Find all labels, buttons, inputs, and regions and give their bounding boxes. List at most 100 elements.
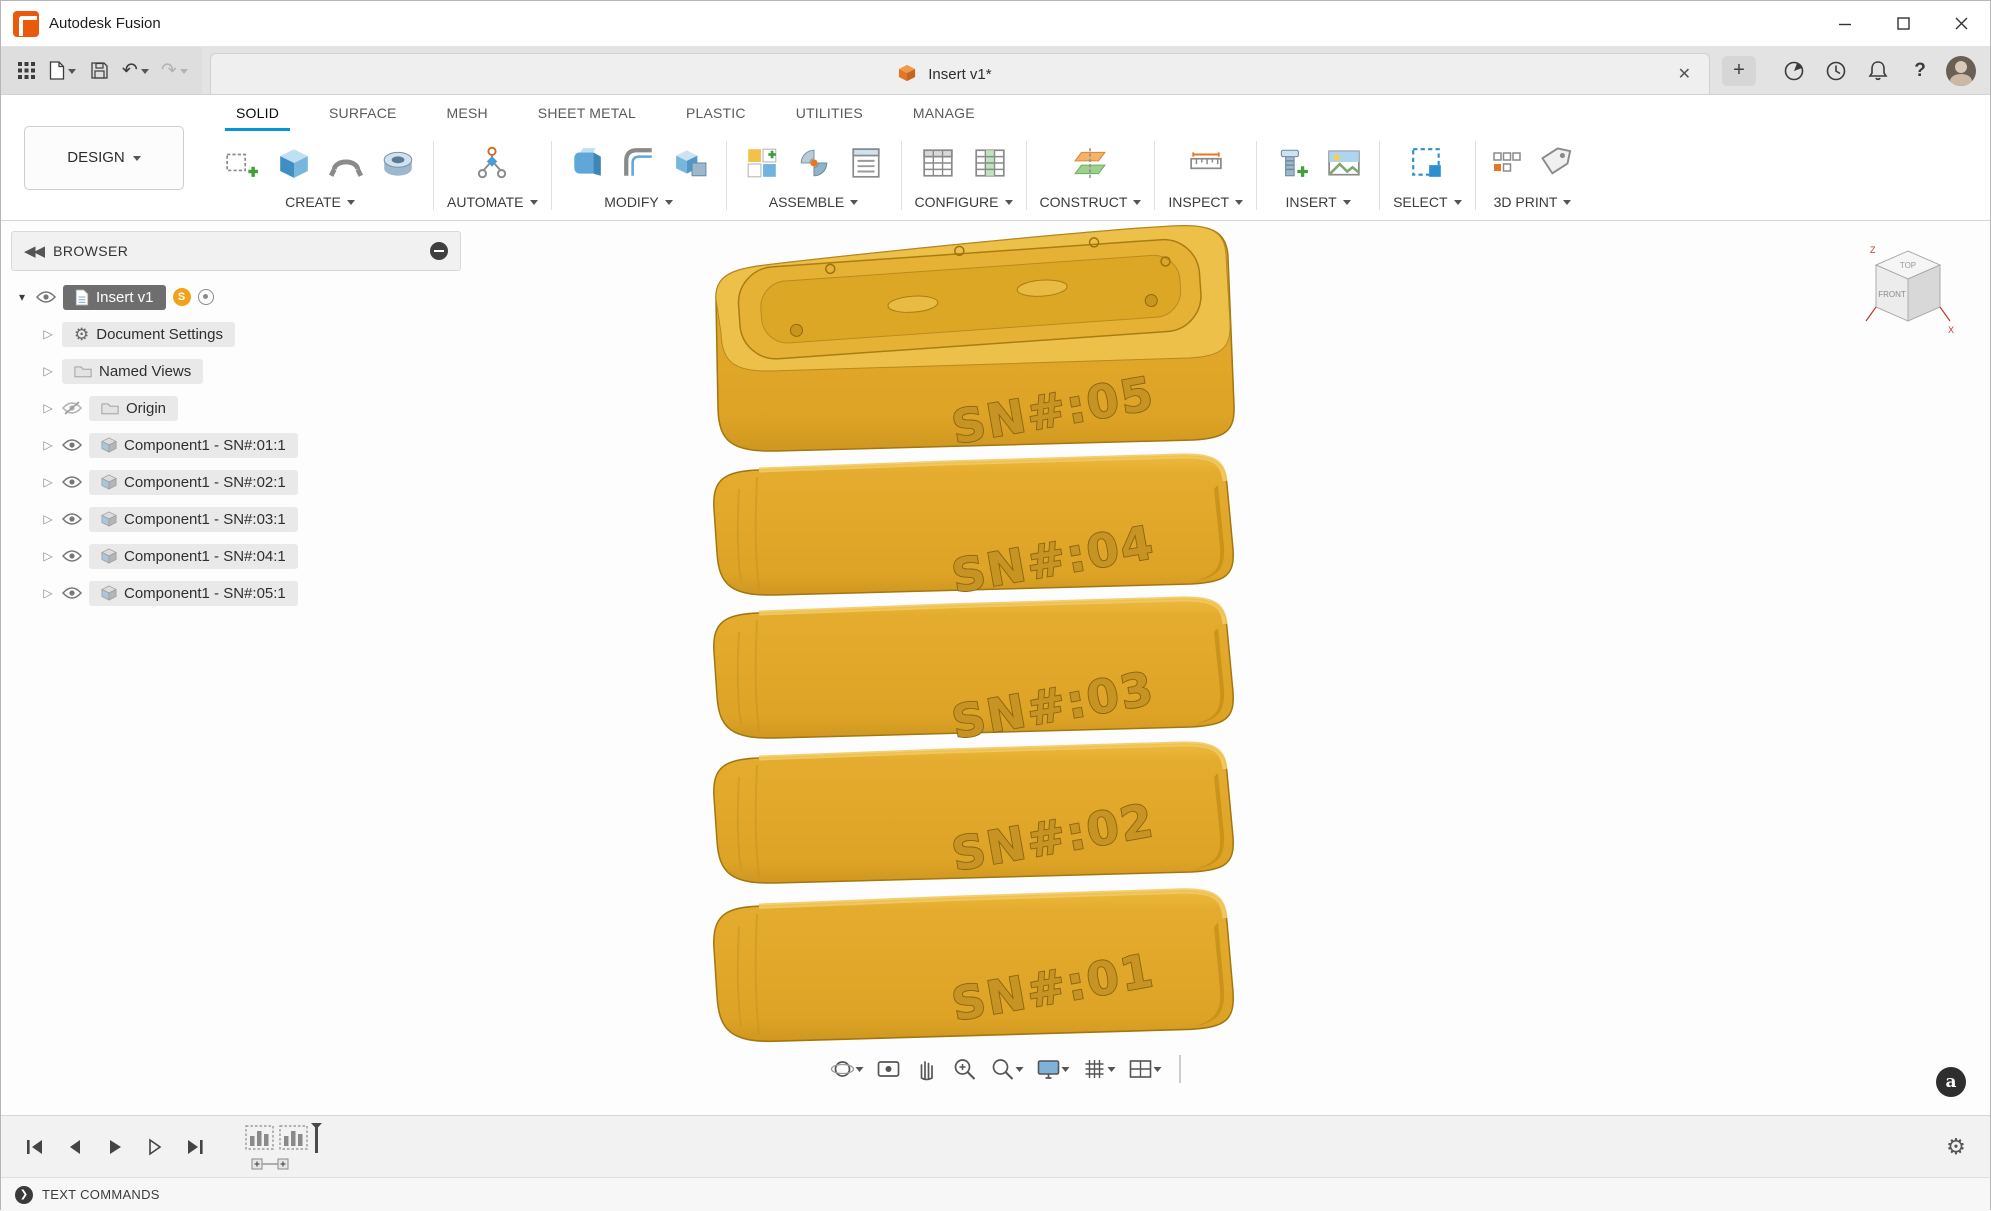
select-button[interactable] (1405, 139, 1449, 187)
undo-button[interactable]: ↶ (118, 54, 153, 88)
expand-caret-icon[interactable]: ▷ (41, 475, 55, 489)
new-component-button[interactable] (740, 139, 784, 187)
group-insert-dropdown[interactable]: INSERT (1286, 194, 1351, 210)
construct-plane-button[interactable] (1068, 139, 1112, 187)
insert-derive-button[interactable] (1270, 139, 1314, 187)
app-grid-button[interactable] (11, 54, 41, 88)
browser-item-component-03[interactable]: ▷ Component1 - SN#:03:1 (41, 503, 461, 535)
expand-caret-icon[interactable]: ▷ (41, 364, 55, 378)
timeline-settings-button[interactable]: ⚙ (1940, 1131, 1972, 1163)
zoom-window-button[interactable] (948, 1053, 982, 1085)
document-tab-close-button[interactable]: ✕ (1672, 60, 1697, 88)
close-button[interactable] (1932, 1, 1990, 46)
group-modify-dropdown[interactable]: MODIFY (604, 194, 672, 210)
group-automate-dropdown[interactable]: AUTOMATE (447, 194, 538, 210)
browser-item-component-02[interactable]: ▷ Component1 - SN#:02:1 (41, 466, 461, 498)
press-pull-button[interactable] (565, 139, 609, 187)
visibility-eye-icon[interactable] (62, 512, 82, 526)
browser-item-document-settings[interactable]: ▷ ⚙ Document Settings (41, 318, 461, 350)
measure-button[interactable] (1184, 139, 1228, 187)
automate-button[interactable] (470, 139, 514, 187)
job-status-button[interactable] (1820, 55, 1852, 87)
redo-button[interactable]: ↷ (157, 54, 192, 88)
print-components-button[interactable] (1489, 139, 1525, 187)
browser-item-origin[interactable]: ▷ Origin (41, 392, 461, 424)
visibility-off-eye-icon[interactable] (62, 401, 82, 415)
hole-button[interactable] (376, 139, 420, 187)
pan-button[interactable] (910, 1053, 944, 1085)
timeline-play-button[interactable] (99, 1131, 131, 1163)
help-button[interactable]: ? (1904, 55, 1936, 87)
grid-settings-button[interactable] (1078, 1053, 1120, 1085)
part-body-sn01[interactable]: SN#:01 (714, 891, 1233, 1041)
maximize-button[interactable] (1874, 1, 1932, 46)
part-body-sn03[interactable]: SN#:03 (714, 599, 1233, 750)
orbit-button[interactable] (826, 1053, 868, 1085)
fillet-button[interactable] (617, 139, 661, 187)
group-inspect-dropdown[interactable]: INSPECT (1168, 194, 1243, 210)
extrude-button[interactable] (272, 139, 316, 187)
dock-panel-icon[interactable]: ◀◀ (24, 242, 43, 260)
expand-caret-icon[interactable]: ▷ (41, 401, 55, 415)
create-sketch-button[interactable] (220, 139, 264, 187)
timeline-step-forward-button[interactable] (139, 1131, 171, 1163)
timeline-go-to-end-button[interactable] (179, 1131, 211, 1163)
visibility-eye-icon[interactable] (62, 586, 82, 600)
expand-caret-icon[interactable]: ▷ (41, 586, 55, 600)
expand-caret-icon[interactable]: ▷ (41, 512, 55, 526)
part-body-sn05[interactable]: SN#:05 (716, 226, 1234, 455)
zoom-button[interactable] (986, 1053, 1028, 1085)
tab-plastic[interactable]: PLASTIC (661, 95, 771, 131)
group-construct-dropdown[interactable]: CONSTRUCT (1040, 194, 1142, 210)
group-configure-dropdown[interactable]: CONFIGURE (915, 194, 1013, 210)
view-cube[interactable]: Z TOP FRONT X (1860, 241, 1956, 337)
extensions-button[interactable] (1778, 55, 1810, 87)
expand-caret-icon[interactable]: ▷ (41, 549, 55, 563)
new-tab-button[interactable]: + (1722, 56, 1756, 86)
visibility-eye-icon[interactable] (62, 549, 82, 563)
document-tab[interactable]: Insert v1* ✕ (210, 53, 1710, 94)
text-commands-icon[interactable]: ❯ (15, 1186, 33, 1204)
viewports-button[interactable] (1124, 1053, 1166, 1085)
tab-sheet-metal[interactable]: SHEET METAL (513, 95, 661, 131)
combine-button[interactable] (669, 139, 713, 187)
tab-manage[interactable]: MANAGE (888, 95, 1000, 131)
timeline-feature-groups[interactable] (245, 1123, 375, 1171)
model-canvas[interactable]: SN#:05 SN#:04 SN#:03 SN#:02 SN#:01 (713, 223, 1257, 1051)
browser-item-component-04[interactable]: ▷ Component1 - SN#:04:1 (41, 540, 461, 572)
joint-button[interactable] (792, 139, 836, 187)
file-menu-button[interactable] (45, 54, 80, 88)
save-button[interactable] (84, 54, 114, 88)
look-at-button[interactable] (872, 1053, 906, 1085)
root-document-pill[interactable]: Insert v1 (63, 285, 166, 310)
timeline-go-to-start-button[interactable] (19, 1131, 51, 1163)
tab-mesh[interactable]: MESH (422, 95, 513, 131)
browser-item-component-01[interactable]: ▷ Component1 - SN#:01:1 (41, 429, 461, 461)
minimize-button[interactable] (1816, 1, 1874, 46)
group-3d-print-dropdown[interactable]: 3D PRINT (1494, 194, 1572, 210)
group-assemble-dropdown[interactable]: ASSEMBLE (769, 194, 858, 210)
activate-component-radio[interactable] (198, 289, 214, 305)
revolve-button[interactable] (324, 139, 368, 187)
browser-item-component-05[interactable]: ▷ Component1 - SN#:05:1 (41, 577, 461, 609)
user-avatar[interactable] (1946, 56, 1976, 86)
visibility-eye-icon[interactable] (62, 438, 82, 452)
visibility-eye-icon[interactable] (36, 290, 56, 304)
configure-table-button[interactable] (916, 139, 960, 187)
group-select-dropdown[interactable]: SELECT (1393, 194, 1461, 210)
workspace-design-button[interactable]: DESIGN (24, 126, 184, 190)
viewport[interactable]: SN#:05 SN#:04 SN#:03 SN#:02 SN#:01 Z TOP… (1, 221, 1990, 1115)
visibility-eye-icon[interactable] (62, 475, 82, 489)
browser-item-named-views[interactable]: ▷ Named Views (41, 355, 461, 387)
tab-surface[interactable]: SURFACE (304, 95, 422, 131)
tab-solid[interactable]: SOLID (211, 95, 304, 131)
notifications-button[interactable] (1862, 55, 1894, 87)
configuration-button[interactable] (968, 139, 1012, 187)
insert-canvas-button[interactable] (1322, 139, 1366, 187)
collapse-browser-button[interactable] (430, 242, 448, 260)
tab-utilities[interactable]: UTILITIES (771, 95, 888, 131)
print-tag-button[interactable] (1533, 139, 1577, 187)
browser-root-row[interactable]: ▾ Insert v1 S (15, 281, 461, 313)
part-body-sn02[interactable]: SN#:02 (714, 744, 1233, 883)
part-body-sn04[interactable]: SN#:04 (714, 456, 1233, 604)
